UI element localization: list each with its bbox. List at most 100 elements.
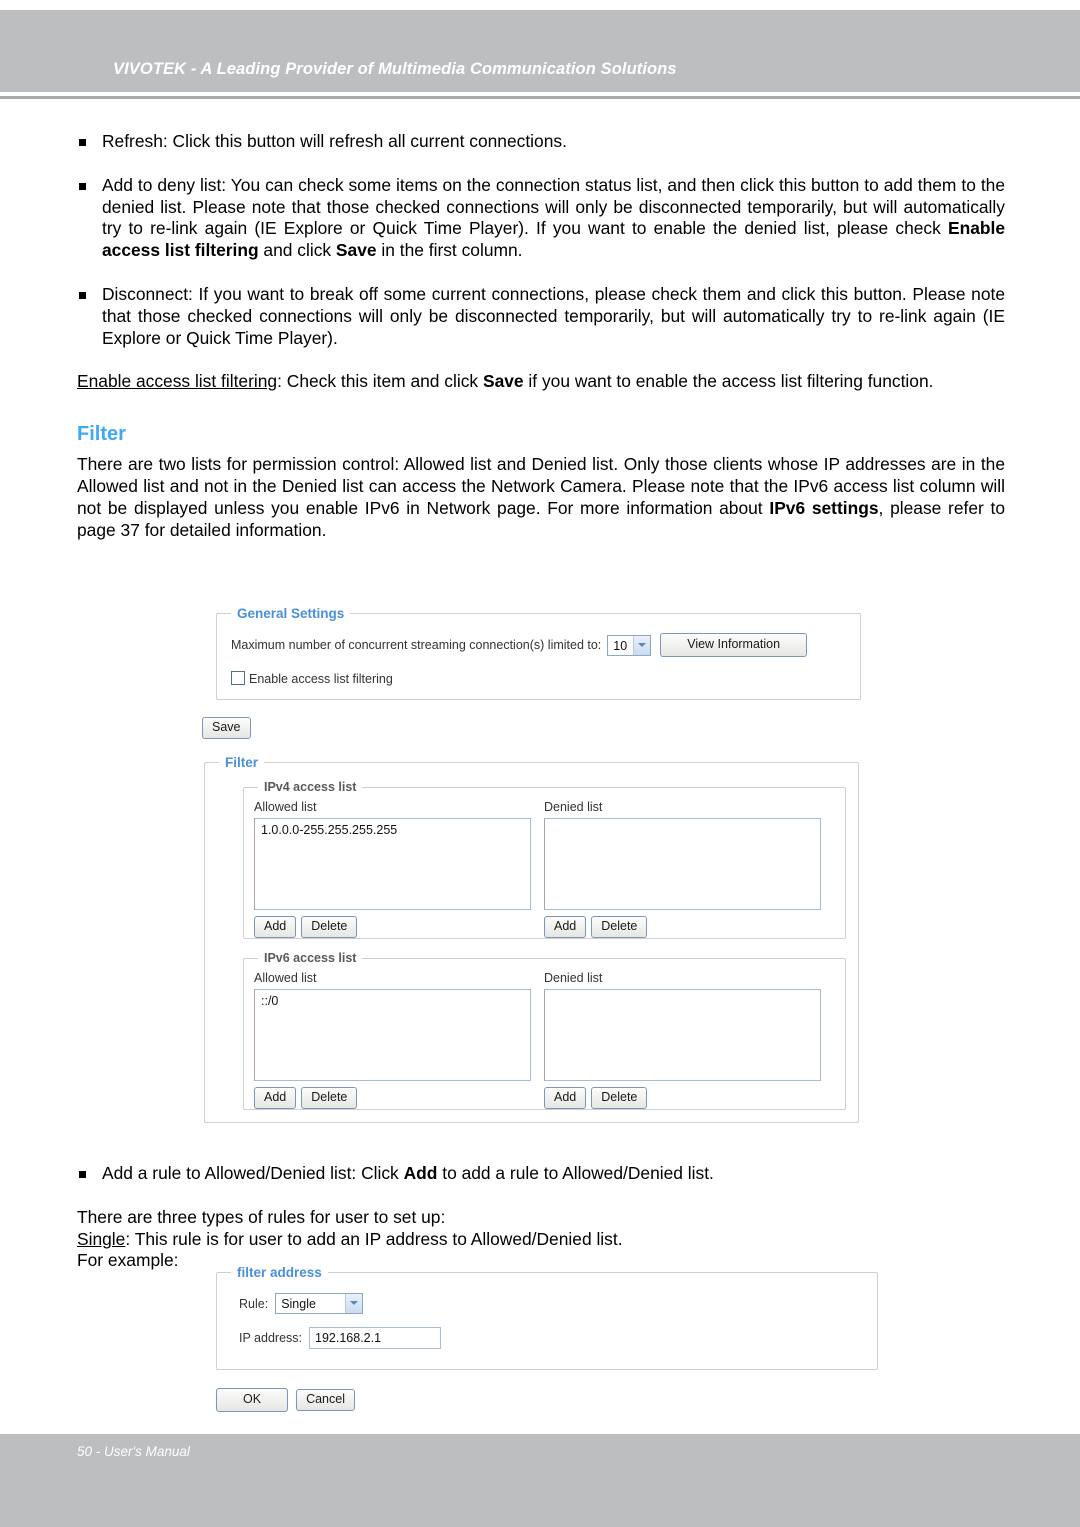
- document-content-lower: Add a rule to Allowed/Denied list: Click…: [77, 1163, 1005, 1272]
- page-header-title: VIVOTEK - A Leading Provider of Multimed…: [113, 60, 677, 78]
- ip-address-label: IP address:: [239, 1331, 303, 1345]
- bullet-refresh: Refresh: Click this button will refresh …: [77, 131, 1005, 153]
- bullet-disconnect: Disconnect: If you want to break off som…: [77, 284, 1005, 349]
- enable-access-list-filtering-checkbox[interactable]: [231, 671, 245, 685]
- ipv6-denied-add-button[interactable]: Add: [544, 1087, 587, 1109]
- enable-filtering-text-1: : Check this item and click: [277, 371, 483, 392]
- page-title: Filter: [77, 423, 126, 446]
- bullet-add-deny-bold-2: Save: [335, 240, 377, 261]
- filter-address-panel: filter address Rule: Single IP address: …: [216, 1265, 878, 1370]
- ipv6-denied-delete-button[interactable]: Delete: [591, 1087, 648, 1109]
- max-connections-row: Maximum number of concurrent streaming c…: [231, 633, 860, 657]
- page-header-band: [0, 10, 1080, 92]
- paragraph-filter-description: There are two lists for permission contr…: [77, 454, 1005, 541]
- cancel-button[interactable]: Cancel: [296, 1389, 355, 1411]
- ipv6-allowed-listbox[interactable]: ::/0: [254, 989, 531, 1081]
- ipv4-allowed-add-button[interactable]: Add: [254, 916, 297, 938]
- bullet-square-icon: [79, 182, 86, 190]
- ip-address-input[interactable]: 192.168.2.1: [309, 1327, 442, 1349]
- filter-address-legend: filter address: [237, 1265, 322, 1280]
- ipv6-denied-buttons: Add Delete: [544, 1087, 821, 1109]
- ipv4-allowed-column: Allowed list 1.0.0.0-255.255.255.255 Add…: [254, 800, 531, 938]
- ipv4-access-list-panel: IPv4 access list Allowed list 1.0.0.0-25…: [243, 780, 846, 939]
- bullet-add-deny-text-mid: and click: [258, 240, 336, 261]
- bullet-add-deny-text-1: Add to deny list: You can check some ite…: [102, 174, 1005, 239]
- bullet-add-rule-bold-add: Add: [403, 1163, 438, 1183]
- bullet-disconnect-text: Disconnect: If you want to break off som…: [102, 283, 1005, 348]
- paragraph-enable-access-list-filtering: Enable access list filtering: Check this…: [77, 371, 1005, 393]
- ipv4-allowed-delete-button[interactable]: Delete: [301, 916, 358, 938]
- general-settings-panel: General Settings Maximum number of concu…: [216, 606, 861, 700]
- enable-filtering-underlined-term: Enable access list filtering: [77, 371, 278, 392]
- bullet-add-rule-text-2: to add a rule to Allowed/Denied list.: [437, 1163, 714, 1183]
- ok-button[interactable]: OK: [216, 1388, 289, 1412]
- bullet-add-to-deny-list: Add to deny list: You can check some ite…: [77, 175, 1005, 262]
- ipv4-denied-add-button[interactable]: Add: [544, 916, 587, 938]
- bullet-refresh-text: Refresh: Click this button will refresh …: [102, 131, 567, 151]
- ipv4-denied-listbox[interactable]: [544, 818, 821, 910]
- ipv6-denied-label: Denied list: [544, 971, 603, 985]
- ok-cancel-buttons: OK Cancel: [216, 1388, 355, 1412]
- rule-row: Rule: Single: [239, 1293, 877, 1314]
- ipv4-columns: Allowed list 1.0.0.0-255.255.255.255 Add…: [254, 800, 835, 938]
- chevron-down-icon[interactable]: [345, 1294, 363, 1313]
- bullet-square-icon: [79, 1171, 86, 1178]
- filter-panel-legend: Filter: [225, 755, 259, 770]
- bullet-add-deny-text-end: in the first column.: [376, 240, 523, 261]
- ipv4-allowed-label: Allowed list: [254, 800, 317, 814]
- save-button[interactable]: Save: [202, 717, 251, 739]
- enable-filtering-bold-save: Save: [482, 371, 524, 392]
- page-footer-text: 50 - User's Manual: [77, 1444, 190, 1459]
- bullet-add-rule: Add a rule to Allowed/Denied list: Click…: [77, 1163, 1005, 1185]
- document-content: Refresh: Click this button will refresh …: [77, 131, 1005, 563]
- ipv4-access-list-legend: IPv4 access list: [264, 780, 357, 794]
- rule-label: Rule:: [239, 1296, 269, 1311]
- ipv6-columns: Allowed list ::/0 Add Delete Denied list …: [254, 971, 835, 1109]
- ipv6-denied-listbox[interactable]: [544, 989, 821, 1081]
- filter-panel: Filter IPv4 access list Allowed list 1.0…: [204, 755, 859, 1123]
- ipv4-allowed-listbox[interactable]: 1.0.0.0-255.255.255.255: [254, 818, 531, 910]
- ip-address-row: IP address: 192.168.2.1: [239, 1327, 877, 1349]
- ipv6-allowed-label: Allowed list: [254, 971, 317, 985]
- for-example-text: For example:: [77, 1250, 179, 1271]
- enable-access-list-filtering-row: Enable access list filtering: [231, 671, 860, 686]
- header-divider-rule: [0, 96, 1080, 99]
- ipv6-allowed-add-button[interactable]: Add: [254, 1087, 297, 1109]
- save-button-wrap: Save: [202, 717, 251, 739]
- paragraph-single-rule: Single: This rule is for user to add an …: [77, 1229, 1005, 1251]
- enable-filtering-text-2: if you want to enable the access list fi…: [523, 371, 934, 392]
- view-information-button[interactable]: View Information: [660, 633, 808, 657]
- single-rule-text: : This rule is for user to add an IP add…: [125, 1228, 623, 1249]
- ipv6-allowed-delete-button[interactable]: Delete: [301, 1087, 358, 1109]
- ipv6-allowed-column: Allowed list ::/0 Add Delete: [254, 971, 531, 1109]
- ipv4-allowed-buttons: Add Delete: [254, 916, 531, 938]
- rule-select[interactable]: Single: [275, 1293, 364, 1314]
- single-underlined-term: Single: [77, 1228, 126, 1249]
- max-connections-label: Maximum number of concurrent streaming c…: [231, 638, 602, 652]
- bullet-add-rule-text-1: Add a rule to Allowed/Denied list: Click: [102, 1163, 404, 1183]
- rule-selected-value: Single: [281, 1297, 316, 1311]
- ipv6-access-list-legend: IPv6 access list: [264, 951, 357, 965]
- bullet-square-icon: [79, 139, 86, 146]
- ipv4-denied-buttons: Add Delete: [544, 916, 821, 938]
- bullet-square-icon: [79, 291, 86, 299]
- ipv4-denied-label: Denied list: [544, 800, 603, 814]
- max-connections-selected-value: 10: [613, 638, 628, 653]
- ipv6-access-list-panel: IPv6 access list Allowed list ::/0 Add De…: [243, 951, 846, 1110]
- chevron-down-icon[interactable]: [633, 635, 651, 655]
- ipv6-allowed-buttons: Add Delete: [254, 1087, 531, 1109]
- filter-para-bold-ipv6-settings: IPv6 settings: [769, 497, 879, 518]
- ipv4-section-wrap: IPv4 access list Allowed list 1.0.0.0-25…: [243, 780, 846, 939]
- filter-address-screenshot: filter address Rule: Single IP address: …: [216, 1265, 878, 1370]
- paragraph-three-types: There are three types of rules for user …: [77, 1207, 1005, 1229]
- ipv6-section-wrap: IPv6 access list Allowed list ::/0 Add De…: [243, 951, 846, 1110]
- general-settings-legend: General Settings: [237, 606, 345, 621]
- filter-screenshot: Filter IPv4 access list Allowed list 1.0…: [204, 755, 859, 1123]
- ipv4-denied-column: Denied list Add Delete: [544, 800, 821, 938]
- three-types-text: There are three types of rules for user …: [77, 1206, 446, 1227]
- ipv6-denied-column: Denied list Add Delete: [544, 971, 821, 1109]
- enable-access-list-filtering-label: Enable access list filtering: [249, 672, 393, 686]
- ipv4-denied-delete-button[interactable]: Delete: [591, 916, 648, 938]
- max-connections-select[interactable]: 10: [607, 634, 652, 656]
- general-settings-screenshot: General Settings Maximum number of concu…: [216, 606, 861, 700]
